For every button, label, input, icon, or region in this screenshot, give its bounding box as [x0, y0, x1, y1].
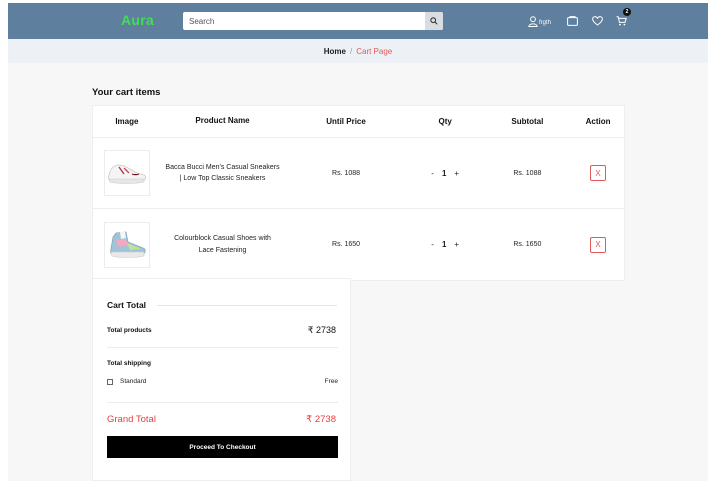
total-products-value: ₹ 2738 [307, 325, 336, 335]
shipping-option-standard[interactable]: Standard Free [107, 378, 338, 385]
cart-icon [616, 16, 627, 26]
account-button[interactable]: frgth [528, 13, 551, 29]
brand-logo[interactable]: Aura [121, 12, 154, 28]
divider [107, 347, 338, 348]
qty-increase-button[interactable]: + [454, 240, 459, 249]
total-shipping-label: Total shipping [107, 360, 151, 367]
search-input[interactable] [183, 12, 425, 30]
product-name-line: Colourblock Casual Shoes with [174, 235, 271, 243]
sneaker-image [110, 231, 146, 258]
shipping-cost: Free [324, 378, 338, 385]
qty-decrease-button[interactable]: - [431, 169, 434, 178]
grand-total-value: ₹ 2738 [306, 414, 336, 425]
product-name-line: Bacca Bucci Men's Casual Sneakers [165, 163, 280, 171]
proceed-to-checkout-button[interactable]: Proceed To Checkout [107, 436, 338, 458]
cart-button[interactable]: 2 [616, 8, 632, 29]
grand-total-label: Grand Total [107, 414, 156, 425]
quantity-stepper: - 1 + [431, 240, 459, 249]
row-subtotal: Rs. 1088 [513, 169, 542, 177]
total-products-label: Total products [107, 327, 152, 334]
table-row: Bacca Bucci Men's Casual Sneakers | Low … [93, 138, 624, 209]
search-icon [430, 17, 438, 25]
qty-value[interactable]: 1 [442, 240, 446, 249]
qty-increase-button[interactable]: + [454, 169, 459, 178]
wishlist-button[interactable] [592, 13, 603, 29]
product-name[interactable]: Colourblock Casual Shoes with Lace Faste… [161, 233, 285, 255]
column-header-qty: Qty [438, 117, 452, 126]
remove-item-button[interactable]: X [590, 165, 607, 181]
column-header-product-name: Product Name [195, 116, 250, 126]
product-image-sneaker-colourblock[interactable] [103, 221, 150, 268]
breadcrumb-separator: / [349, 46, 353, 56]
unit-price: Rs. 1088 [332, 169, 361, 177]
column-header-action: Action [585, 117, 611, 126]
breadcrumb-current: Cart Page [356, 46, 393, 56]
column-header-subtotal: Subtotal [511, 117, 544, 126]
product-name-line: | Low Top Classic Sneakers [179, 175, 266, 182]
cart-table-header: Image Product Name Until Price Qty Subto… [93, 106, 624, 138]
search-box [183, 12, 443, 30]
shipping-checkbox[interactable] [107, 378, 113, 385]
breadcrumb-home-link[interactable]: Home [324, 47, 346, 56]
qty-decrease-button[interactable]: - [431, 240, 434, 249]
compare-icon [567, 16, 578, 26]
product-name-line: Lace Fastening [198, 246, 247, 254]
search-button[interactable] [425, 12, 443, 30]
row-subtotal: Rs. 1650 [513, 241, 542, 248]
page-frame: Aura frgth 2 Home / [8, 3, 708, 481]
user-icon [528, 15, 538, 27]
product-name[interactable]: Bacca Bucci Men's Casual Sneakers | Low … [161, 162, 285, 184]
top-nav-bar: Aura frgth 2 [8, 3, 708, 39]
sneaker-image [108, 164, 146, 184]
cart-table: Image Product Name Until Price Qty Subto… [92, 105, 625, 281]
cart-count-badge: 2 [623, 8, 632, 16]
unit-price: Rs. 1650 [332, 241, 361, 248]
divider [107, 402, 338, 403]
shipping-option-label: Standard [120, 378, 147, 385]
header-icons: frgth 2 [528, 8, 632, 29]
column-header-image: Image [115, 117, 139, 126]
compare-button[interactable] [567, 13, 578, 29]
table-row: Colourblock Casual Shoes with Lace Faste… [93, 209, 624, 280]
quantity-stepper: - 1 + [431, 169, 459, 178]
heading-divider [157, 305, 337, 306]
column-header-unit-price: Until Price [326, 117, 366, 126]
breadcrumb: Home / Cart Page [8, 39, 708, 63]
product-image-sneaker-white[interactable] [103, 150, 150, 196]
user-name: frgth [539, 20, 552, 26]
cart-items-heading: Your cart items [92, 87, 161, 98]
cart-total-heading: Cart Total [107, 300, 147, 310]
heart-icon [592, 16, 603, 26]
cart-total-panel: Cart Total Total products ₹ 2738 Total s… [92, 278, 351, 481]
remove-item-button[interactable]: X [590, 236, 607, 253]
qty-value[interactable]: 1 [442, 169, 446, 178]
